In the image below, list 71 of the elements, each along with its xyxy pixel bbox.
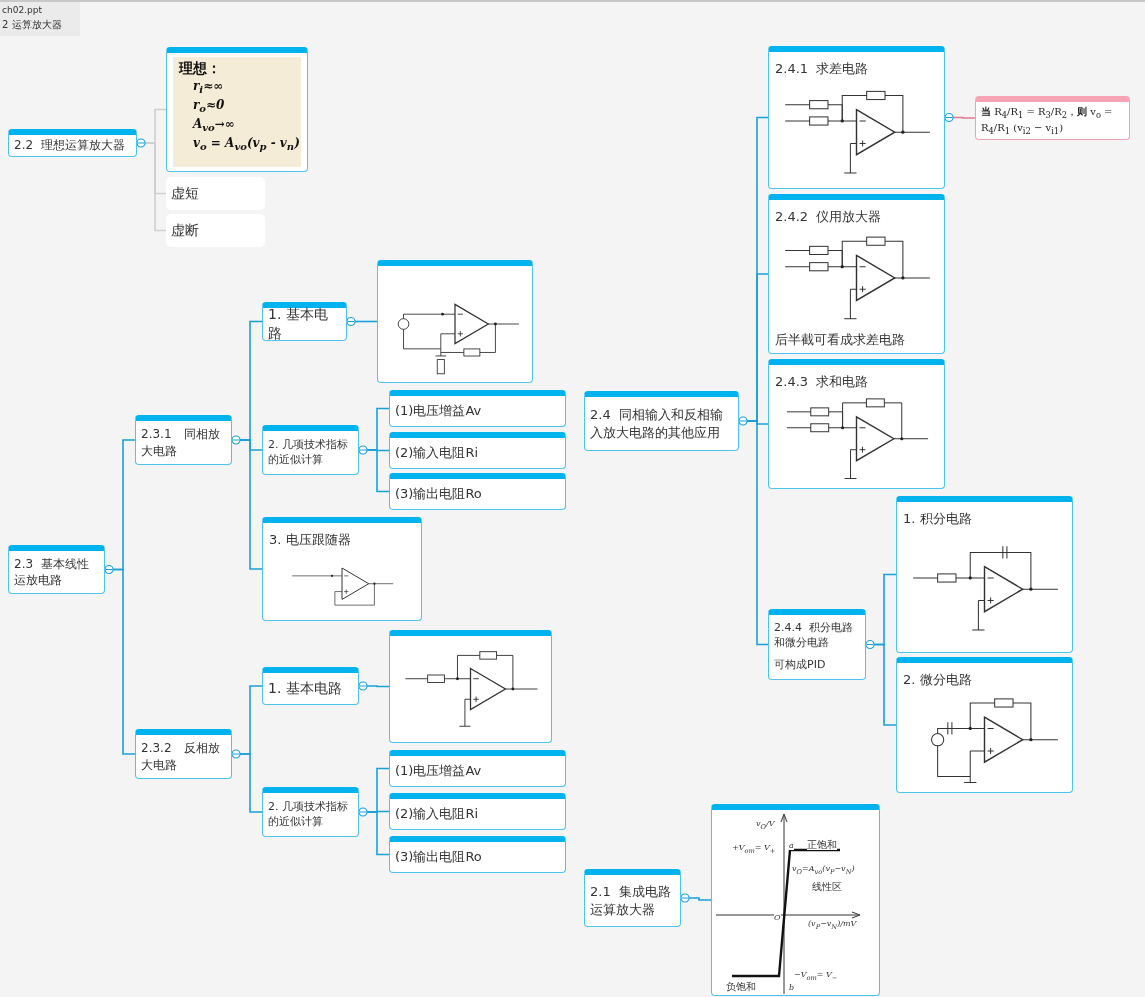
image-topic[interactable]: 2.4.2 仪用放大器 后半截可看成求差电路 — [768, 194, 945, 354]
topic-node[interactable]: 2.3 基本线性运放电路 — [8, 545, 105, 594]
topic-node[interactable]: (3)输出电阻Ro — [389, 473, 566, 510]
topic-node[interactable]: 1. 基本电路 — [262, 667, 359, 705]
note-node[interactable]: 当 R$_{4}$/R$_{1}$ = R$_{3}$/R$_{2}$，则 v$_{o}$ = R$_{4}$/R$_{1}$ (v$_{i2}$ − v$_{i1}$) — [975, 96, 1130, 140]
image-topic[interactable]: 2. 微分电路 — [896, 657, 1073, 793]
collapse-toggle[interactable] — [358, 681, 368, 691]
image-topic[interactable] — [377, 260, 533, 383]
topic-node[interactable]: (1)电压增益Av — [389, 390, 566, 427]
topic-node[interactable]: 2.1 集成电路运算放大器 — [584, 869, 681, 927]
chart-label: O — [774, 914, 781, 922]
topic-node[interactable]: 2.3.2 反相放大电路 — [135, 729, 232, 779]
topic-node[interactable]: 2.3.1 同相放大电路 — [135, 415, 232, 465]
topic-node[interactable]: 2.4 同相输入和反相输入放大电路的其他应用 — [584, 391, 739, 451]
topic-node[interactable]: 虚短 — [166, 177, 265, 210]
image-topic[interactable]: 1. 积分电路 — [896, 496, 1073, 653]
image-topic[interactable] — [389, 630, 552, 743]
topic-title: 2. 微分电路 — [903, 671, 972, 689]
image-topic[interactable]: 2.4.1 求差电路 — [768, 46, 945, 189]
topic-node[interactable]: 1. 基本电路 — [262, 302, 347, 341]
topic-node[interactable]: 2. 几项技术指标的近似计算 — [262, 787, 359, 837]
connector-line — [239, 753, 263, 813]
formula-line: v$_{o}$ = A$_{vo}$(v$_{p}$ - v$_{n}$) — [192, 134, 301, 154]
collapse-toggle[interactable] — [231, 749, 241, 759]
image-topic[interactable]: 3. 电压跟随器 — [262, 517, 422, 621]
connector-line — [952, 116, 976, 119]
formula-line: 理想： — [179, 59, 222, 78]
topic-title: 2.4.3 求和电路 — [775, 373, 869, 391]
formula-line: A$_{vo}$→∞ — [191, 115, 236, 135]
chart-label: a — [789, 842, 794, 850]
image-topic[interactable]: 2.4.3 求和电路 — [768, 359, 945, 489]
chart-label: −V$_{om}$= V$_{−}$ — [794, 971, 838, 982]
collapse-toggle[interactable] — [680, 893, 690, 903]
collapse-toggle[interactable] — [738, 416, 748, 426]
chart-label: v$_{O}$=A$_{vo}$(v$_{P}$−v$_{N}$) — [792, 865, 855, 876]
topic-note: 可构成PID — [774, 658, 826, 674]
topic-title: 3. 电压跟随器 — [269, 531, 351, 549]
topic-node[interactable]: (2)输入电阻Ri — [389, 793, 566, 830]
chart-label: 正饱和 — [807, 840, 837, 850]
chart-label: (v$_{P}$−v$_{N}$)/mV — [808, 920, 857, 931]
collapse-toggle[interactable] — [136, 138, 146, 148]
chart-label: +V$_{om}$= V$_{+}$ — [732, 844, 776, 855]
sheet-name: 2 运算放大器 — [2, 18, 63, 32]
connector-line — [366, 685, 390, 688]
topic-title: 2.4.2 仪用放大器 — [775, 208, 882, 226]
topic-node[interactable]: (3)输出电阻Ro — [389, 836, 566, 873]
topic-title: 2.4.1 求差电路 — [775, 60, 869, 78]
formula-line: r$_{i}$≈∞ — [192, 77, 225, 97]
chart-label: v$_{O}$/V — [756, 820, 775, 831]
topic-node[interactable]: 2.2 理想运算放大器 — [8, 129, 137, 157]
topic-node[interactable]: 虚断 — [166, 214, 265, 247]
collapse-toggle[interactable] — [231, 435, 241, 445]
topic-title: 1. 积分电路 — [903, 510, 972, 528]
file-name: ch02.ppt — [2, 5, 43, 15]
image-topic[interactable]: 理想： r$_{i}$≈∞ r$_{o}$≈0 A$_{vo}$→∞ v$_{o}$ = A$_{vo}$(v$_{p}$ - v$_{n}$) — [166, 47, 308, 172]
topic-node[interactable]: 2. 几项技术指标的近似计算 — [262, 425, 359, 475]
chart-label: 线性区 — [812, 882, 842, 892]
image-topic[interactable]: v$_{O}$/V +V$_{om}$= V$_{+}$ a 正饱和 v$_{O}$=A$_{vo}$(v$_{P}$−v$_{N}$) 线性区 O (v$_{P}$−v$_{N}$)/mV −V$_{om}$= V$_{−}$ 负饱和 b — [711, 804, 880, 996]
topic-title: 2.4.4 积分电路和微分电路 — [774, 620, 854, 651]
collapse-toggle[interactable] — [358, 445, 368, 455]
connector-line — [688, 897, 712, 901]
connector-line — [354, 320, 378, 323]
chart-label: b — [789, 984, 795, 992]
topic-caption: 后半截可看成求差电路 — [775, 331, 905, 349]
topic-node[interactable]: (2)输入电阻Ri — [389, 432, 566, 469]
chart-label: 负饱和 — [726, 982, 756, 992]
topic-node[interactable]: 2.4.4 积分电路和微分电路 可构成PID — [768, 609, 866, 680]
file-tab[interactable]: ch02.ppt 2 运算放大器 — [0, 2, 80, 36]
collapse-toggle[interactable] — [358, 807, 368, 817]
topic-node[interactable]: (1)电压增益Av — [389, 750, 566, 787]
formula-line: r$_{o}$≈0 — [192, 96, 226, 116]
